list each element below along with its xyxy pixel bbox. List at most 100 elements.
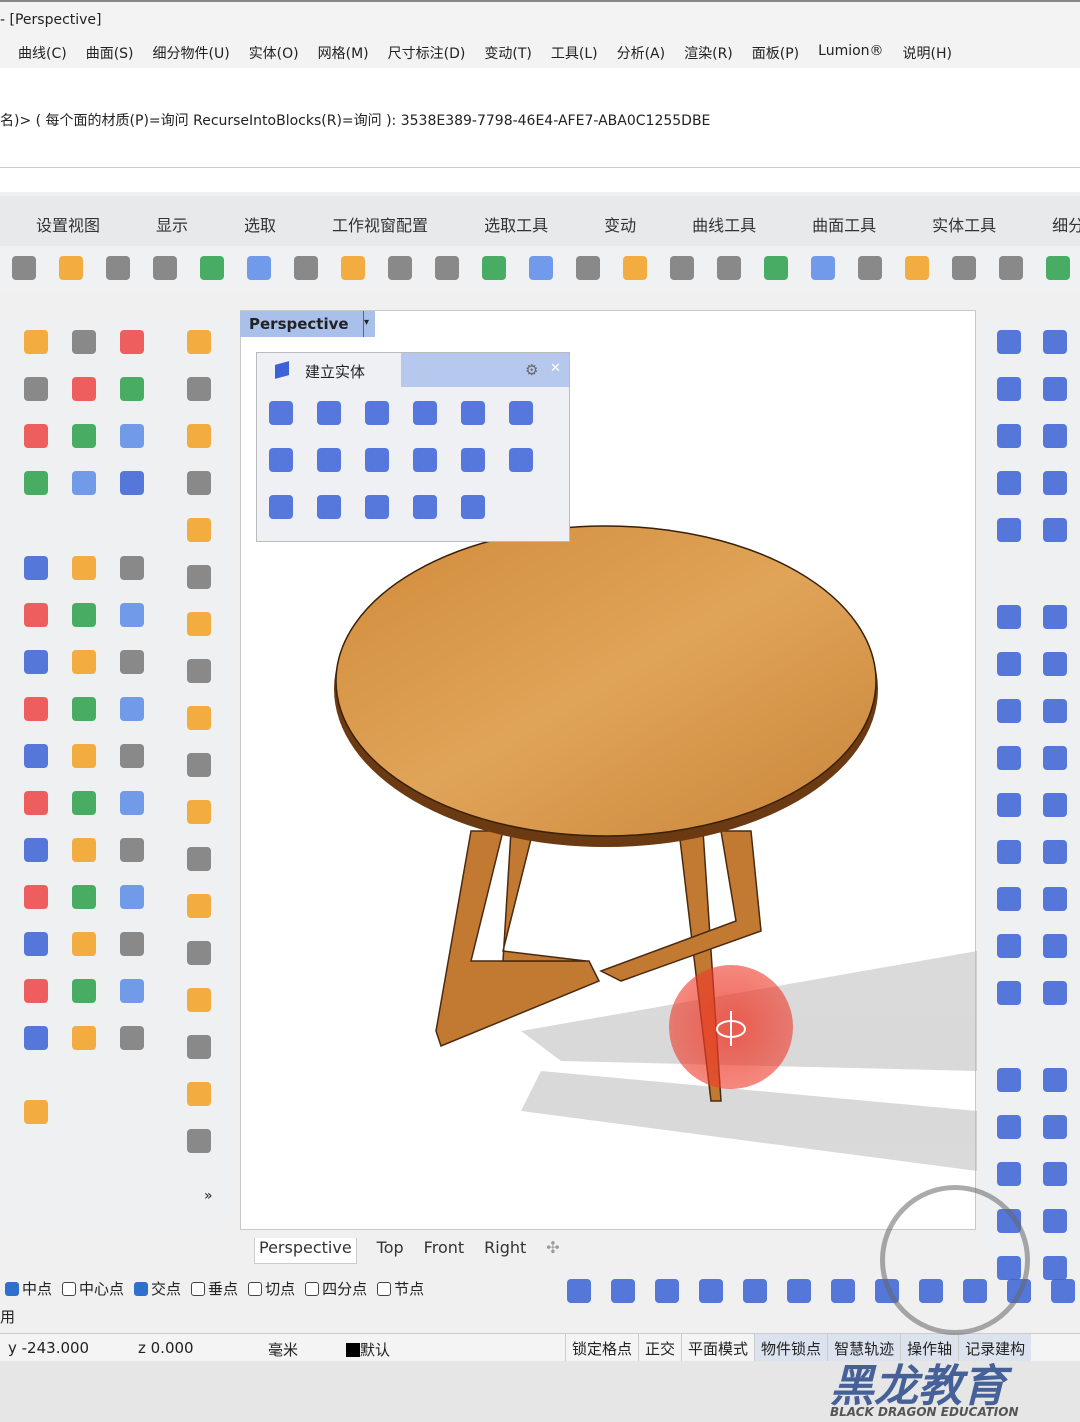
four-viewports-icon[interactable] (570, 250, 606, 286)
menu-item[interactable]: 网格(M) (318, 43, 369, 68)
left-tool-column-icon[interactable] (183, 984, 215, 1016)
status-toggle[interactable]: 正交 (638, 1334, 681, 1361)
viewport-tab-front[interactable]: Front (424, 1238, 464, 1264)
left-tool-column-icon[interactable] (183, 326, 215, 358)
copy-icon[interactable] (100, 250, 136, 286)
truncated-pyramid-icon[interactable] (407, 442, 443, 478)
left-tool-icon[interactable] (18, 644, 54, 680)
pyramid-icon[interactable] (359, 442, 395, 478)
lock-icon[interactable] (852, 250, 888, 286)
viewport-title[interactable]: Perspective ▾ (240, 311, 375, 337)
right-tool-icon[interactable] (1037, 371, 1073, 407)
left-tool-icon[interactable] (114, 550, 150, 586)
right-tool-icon[interactable] (991, 1109, 1027, 1145)
toolbar-tab[interactable]: 选取 (244, 212, 276, 246)
left-tool-icon[interactable] (18, 550, 54, 586)
left-tool-icon[interactable] (66, 1020, 102, 1056)
left-tool-icon[interactable] (18, 597, 54, 633)
right-tool-icon[interactable] (991, 740, 1027, 776)
rotate-view-icon[interactable] (288, 250, 324, 286)
left-tool-icon[interactable] (114, 465, 150, 501)
left-tool-icon[interactable] (114, 879, 150, 915)
left-tool-icon[interactable] (18, 1094, 54, 1130)
menu-item[interactable]: 变动(T) (484, 43, 531, 68)
toolbar-tab[interactable]: 变动 (604, 212, 636, 246)
right-tool-icon[interactable] (1037, 1109, 1073, 1145)
new-file-icon[interactable] (6, 250, 42, 286)
extrude-icon[interactable] (359, 489, 395, 525)
right-tool-icon[interactable] (991, 465, 1027, 501)
right-tool-icon[interactable] (1037, 928, 1073, 964)
left-tool-column-icon[interactable] (183, 561, 215, 593)
left-tool-icon[interactable] (114, 691, 150, 727)
cut-icon[interactable] (53, 250, 89, 286)
settings-gear-icon[interactable]: ⚙ (525, 361, 538, 379)
right-tool-icon[interactable] (1037, 740, 1073, 776)
left-tool-icon[interactable] (114, 418, 150, 454)
viewport-tab-top[interactable]: Top (377, 1238, 404, 1264)
osnap-checkbox[interactable]: 中心点 (62, 1278, 124, 1306)
close-icon[interactable]: ✕ (550, 361, 561, 376)
left-tool-icon[interactable] (66, 465, 102, 501)
left-tool-icon[interactable] (66, 371, 102, 407)
left-tool-icon[interactable] (114, 832, 150, 868)
left-tool-column-icon[interactable] (183, 420, 215, 452)
menu-item[interactable]: 尺寸标注(D) (388, 43, 466, 68)
right-tool-icon[interactable] (991, 512, 1027, 548)
right-tool-icon[interactable] (1037, 693, 1073, 729)
cone-icon[interactable] (263, 442, 299, 478)
left-tool-column-icon[interactable] (183, 1031, 215, 1063)
flat-ellipsoid-icon[interactable] (455, 395, 491, 431)
left-tool-icon[interactable] (66, 324, 102, 360)
left-tool-icon[interactable] (114, 644, 150, 680)
left-tool-icon[interactable] (114, 1020, 150, 1056)
rotate-camera-icon[interactable] (523, 250, 559, 286)
left-tool-icon[interactable] (114, 738, 150, 774)
material-icon[interactable] (899, 250, 935, 286)
osnap-checkbox[interactable]: 节点 (377, 1278, 424, 1306)
right-tool-icon[interactable] (1037, 1203, 1073, 1239)
more-tools-button[interactable]: » (204, 1188, 213, 1204)
left-tool-column-icon[interactable] (183, 655, 215, 687)
osnap-checkbox[interactable]: 垂点 (191, 1278, 238, 1306)
right-tool-icon[interactable] (991, 693, 1027, 729)
right-tool-icon[interactable] (1037, 1062, 1073, 1098)
surface-tool-icon[interactable] (738, 1272, 772, 1310)
pan-icon[interactable] (241, 250, 277, 286)
point-icon[interactable] (711, 250, 747, 286)
zoom-selected-icon[interactable] (429, 250, 465, 286)
undo-icon[interactable] (194, 250, 230, 286)
left-tool-column-icon[interactable] (183, 890, 215, 922)
right-tool-icon[interactable] (1037, 834, 1073, 870)
right-tool-icon[interactable] (991, 1062, 1027, 1098)
right-tool-icon[interactable] (991, 324, 1027, 360)
left-tool-icon[interactable] (18, 785, 54, 821)
left-tool-icon[interactable] (18, 832, 54, 868)
osnap-checkbox[interactable]: 四分点 (305, 1278, 367, 1306)
right-tool-icon[interactable] (1037, 324, 1073, 360)
menu-item[interactable]: 实体(O) (249, 43, 299, 68)
left-tool-icon[interactable] (18, 691, 54, 727)
sphere-icon[interactable] (359, 395, 395, 431)
osnap-checkbox[interactable]: 交点 (134, 1278, 181, 1306)
menu-item[interactable]: 工具(L) (551, 43, 598, 68)
right-tool-icon[interactable] (1037, 646, 1073, 682)
menu-item[interactable]: 细分物件(U) (153, 43, 230, 68)
left-tool-icon[interactable] (66, 691, 102, 727)
left-tool-icon[interactable] (66, 832, 102, 868)
right-tool-icon[interactable] (1037, 512, 1073, 548)
menu-item[interactable]: 曲线(C) (18, 43, 67, 68)
tube-icon[interactable] (455, 442, 491, 478)
right-tool-icon[interactable] (1037, 599, 1073, 635)
right-tool-icon[interactable] (991, 928, 1027, 964)
right-tool-icon[interactable] (1037, 418, 1073, 454)
left-tool-icon[interactable] (66, 550, 102, 586)
light-icon[interactable] (805, 250, 841, 286)
osnap-checkbox[interactable]: 中点 (5, 1278, 52, 1306)
right-tool-icon[interactable] (991, 975, 1027, 1011)
solid-boolean-icon[interactable] (455, 489, 491, 525)
right-tool-icon[interactable] (1037, 1156, 1073, 1192)
menu-item[interactable]: 渲染(R) (684, 43, 733, 68)
torus-icon[interactable] (503, 442, 539, 478)
viewport-menu-arrow-icon[interactable]: ▾ (363, 311, 375, 337)
